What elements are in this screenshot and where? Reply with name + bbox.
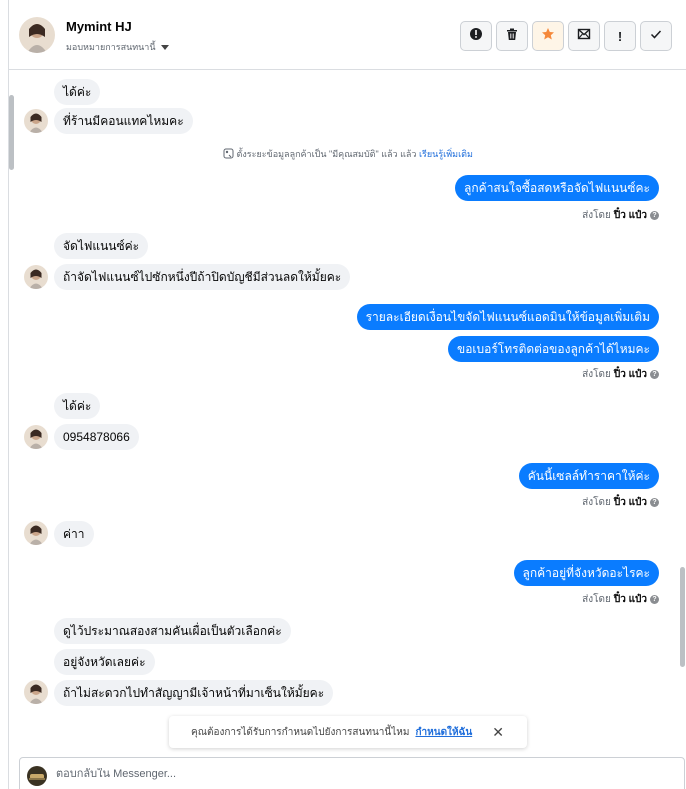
- header-actions: !: [460, 21, 672, 51]
- contact-avatar-small[interactable]: [24, 680, 48, 704]
- message-bubble[interactable]: ถ้าจัดไฟแนนซ์ไปซักหนึ่งปีถ้าปิดบัญชีมีส่…: [54, 264, 351, 290]
- message-bubble[interactable]: ถ้าไม่สะดวกไปทำสัญญามีเจ้าหน้าที่มาเซ็นใ…: [54, 680, 334, 706]
- message-outgoing: รายละเอียดเงื่อนไขจัดไฟแนนซ์แอดมินให้ข้อ…: [356, 304, 659, 330]
- unread-mail-icon: [577, 27, 591, 46]
- contact-avatar-small[interactable]: [24, 521, 48, 545]
- sent-by: ส่งโดย ปิ๋ว แป๋ว ?: [582, 367, 659, 382]
- message-bubble[interactable]: ลูกค้าอยู่ที่จังหวัดอะไรคะ: [513, 560, 659, 586]
- help-icon[interactable]: ?: [650, 211, 659, 220]
- contact-name[interactable]: Mymint HJ: [66, 19, 132, 34]
- star-icon: [541, 27, 555, 46]
- sender-name[interactable]: ปิ๋ว แป๋ว: [614, 592, 647, 607]
- mark-unread-button[interactable]: [568, 21, 600, 51]
- message-outgoing: คันนี้เซลล์ทำราคาให้ค่ะ: [518, 463, 659, 489]
- message-incoming: อยู่จังหวัดเลยค่ะ: [54, 649, 155, 675]
- message-bubble[interactable]: คันนี้เซลล์ทำราคาให้ค่ะ: [518, 463, 659, 489]
- message-outgoing: ขอเบอร์โทรติดต่อของลูกค้าได้ไหมคะ: [448, 336, 659, 362]
- message-bubble[interactable]: 0954878066: [54, 424, 139, 450]
- assign-to-me-link[interactable]: กำหนดให้ฉัน: [415, 725, 472, 740]
- message-bubble[interactable]: รายละเอียดเงื่อนไขจัดไฟแนนซ์แอดมินให้ข้อ…: [356, 304, 659, 330]
- message-bubble[interactable]: จัดไฟแนนซ์ค่ะ: [54, 233, 149, 259]
- message-incoming: ถ้าไม่สะดวกไปทำสัญญามีเจ้าหน้าที่มาเซ็นใ…: [54, 680, 334, 706]
- conversation-panel: Mymint HJ มอบหมายการสนทนานี้ ! ได้ค่ะ ที…: [8, 0, 686, 789]
- sent-by: ส่งโดย ปิ๋ว แป๋ว ?: [582, 208, 659, 223]
- sender-name[interactable]: ปิ๋ว แป๋ว: [614, 208, 647, 223]
- message-incoming: ถ้าจัดไฟแนนซ์ไปซักหนึ่งปีถ้าปิดบัญชีมีส่…: [54, 264, 351, 290]
- check-icon: [649, 27, 663, 46]
- reply-input[interactable]: [56, 768, 656, 780]
- assign-toast: คุณต้องการได้รับการกำหนดไปยังการสนทนานี้…: [169, 716, 527, 748]
- close-icon[interactable]: ✕: [492, 724, 504, 741]
- mark-done-button[interactable]: [640, 21, 672, 51]
- contact-avatar-small[interactable]: [24, 109, 48, 133]
- page-avatar: [27, 766, 47, 786]
- reply-composer: [19, 757, 685, 789]
- contact-avatar[interactable]: [19, 17, 55, 53]
- message-bubble[interactable]: ได้ค่ะ: [54, 79, 101, 105]
- contact-avatar-small[interactable]: [24, 425, 48, 449]
- trash-icon: [505, 27, 519, 46]
- alert-button[interactable]: [460, 21, 492, 51]
- sender-name[interactable]: ปิ๋ว แป๋ว: [614, 367, 647, 382]
- message-incoming: ได้ค่ะ: [54, 393, 101, 419]
- message-list[interactable]: ได้ค่ะ ที่ร้านมีคอนแทคไหมคะ ตั้งระยะข้อม…: [9, 70, 686, 715]
- conversation-header: Mymint HJ มอบหมายการสนทนานี้ !: [9, 0, 686, 70]
- message-scrollbar[interactable]: [680, 567, 685, 667]
- assign-label: มอบหมายการสนทนานี้: [66, 42, 156, 52]
- contact-avatar-small[interactable]: [24, 265, 48, 289]
- spam-icon: !: [617, 28, 623, 44]
- help-icon[interactable]: ?: [650, 595, 659, 604]
- tag-icon: [223, 148, 237, 159]
- message-incoming: ค่าา: [54, 521, 94, 547]
- favorite-button[interactable]: [532, 21, 564, 51]
- message-incoming: ดูไว้ประมาณสองสามคันเผื่อเป็นตัวเลือกค่ะ: [54, 618, 291, 644]
- message-bubble[interactable]: อยู่จังหวัดเลยค่ะ: [54, 649, 155, 675]
- sent-by: ส่งโดย ปิ๋ว แป๋ว ?: [582, 592, 659, 607]
- message-bubble[interactable]: ได้ค่ะ: [54, 393, 101, 419]
- delete-button[interactable]: [496, 21, 528, 51]
- system-note: ตั้งระยะข้อมูลลูกค้าเป็น "มีคุณสมบัติ" แ…: [9, 147, 686, 161]
- alert-icon: [469, 27, 483, 46]
- toast-text: คุณต้องการได้รับการกำหนดไปยังการสนทนานี้…: [191, 726, 410, 738]
- sent-by: ส่งโดย ปิ๋ว แป๋ว ?: [582, 495, 659, 510]
- message-incoming: จัดไฟแนนซ์ค่ะ: [54, 233, 149, 259]
- message-bubble[interactable]: ค่าา: [54, 521, 94, 547]
- help-icon[interactable]: ?: [650, 498, 659, 507]
- message-bubble[interactable]: ลูกค้าสนใจซื้อสดหรือจัดไฟแนนซ์คะ: [455, 175, 659, 201]
- assign-dropdown[interactable]: มอบหมายการสนทนานี้: [66, 40, 169, 54]
- chevron-down-icon: [160, 44, 169, 50]
- help-icon[interactable]: ?: [650, 370, 659, 379]
- message-incoming: 0954878066: [54, 424, 139, 450]
- message-incoming: ที่ร้านมีคอนแทคไหมคะ: [54, 108, 193, 134]
- message-bubble[interactable]: ขอเบอร์โทรติดต่อของลูกค้าได้ไหมคะ: [448, 336, 659, 362]
- message-bubble[interactable]: ดูไว้ประมาณสองสามคันเผื่อเป็นตัวเลือกค่ะ: [54, 618, 291, 644]
- sender-name[interactable]: ปิ๋ว แป๋ว: [614, 495, 647, 510]
- message-outgoing: ลูกค้าสนใจซื้อสดหรือจัดไฟแนนซ์คะ: [455, 175, 659, 201]
- spam-button[interactable]: !: [604, 21, 636, 51]
- system-note-text: ตั้งระยะข้อมูลลูกค้าเป็น "มีคุณสมบัติ" แ…: [236, 149, 398, 159]
- message-outgoing: ลูกค้าอยู่ที่จังหวัดอะไรคะ: [513, 560, 659, 586]
- learn-more-link[interactable]: เรียนรู้เพิ่มเติม: [419, 149, 473, 159]
- message-bubble[interactable]: ที่ร้านมีคอนแทคไหมคะ: [54, 108, 193, 134]
- message-incoming: ได้ค่ะ: [54, 79, 101, 105]
